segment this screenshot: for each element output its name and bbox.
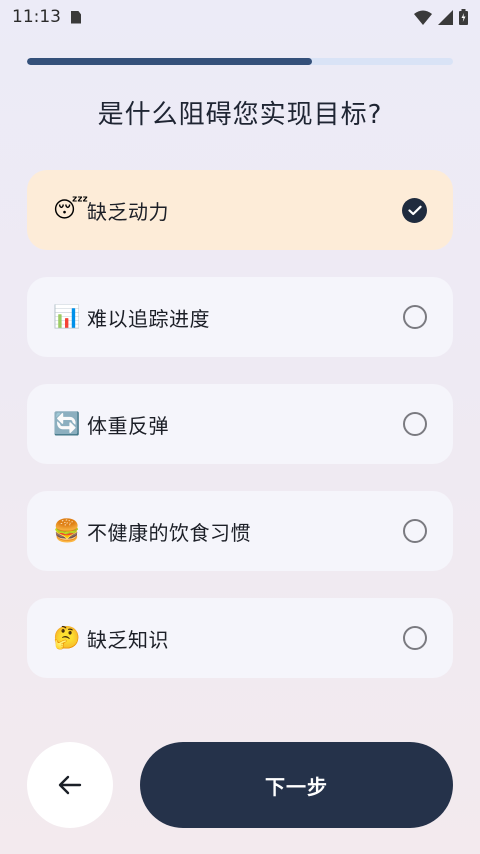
option-weight-rebound[interactable]: 🔄 体重反弹	[27, 384, 453, 464]
radio-button[interactable]	[403, 412, 427, 436]
options-list: 😴 缺乏动力 📊 难以追踪进度 🔄 体重反弹 🍔 不健康的饮食习惯 🤔 缺乏知识	[27, 170, 453, 705]
radio-button-checked[interactable]	[402, 197, 427, 223]
arrow-left-icon	[58, 775, 82, 795]
battery-icon	[459, 9, 468, 25]
radio-button[interactable]	[403, 626, 427, 650]
option-label: 不健康的饮食习惯	[87, 520, 251, 545]
radio-button[interactable]	[403, 305, 427, 329]
signal-icon	[438, 9, 453, 25]
option-lack-knowledge[interactable]: 🤔 缺乏知识	[27, 598, 453, 678]
status-icons	[414, 9, 468, 25]
option-label: 体重反弹	[87, 413, 169, 438]
option-unhealthy-eating[interactable]: 🍔 不健康的饮食习惯	[27, 491, 453, 571]
check-icon	[407, 205, 422, 215]
status-bar: 11:13	[0, 0, 480, 34]
wifi-icon	[414, 10, 432, 25]
option-lack-motivation[interactable]: 😴 缺乏动力	[27, 170, 453, 250]
bar-chart-icon: 📊	[53, 304, 81, 330]
burger-icon: 🍔	[53, 518, 81, 544]
option-label: 缺乏动力	[87, 199, 169, 224]
status-time: 11:13	[12, 7, 61, 27]
progress-bar	[27, 58, 453, 65]
option-hard-to-track[interactable]: 📊 难以追踪进度	[27, 277, 453, 357]
radio-button[interactable]	[403, 519, 427, 543]
option-label: 难以追踪进度	[87, 306, 210, 331]
back-button[interactable]	[27, 742, 113, 828]
sd-card-icon	[71, 10, 81, 24]
option-label: 缺乏知识	[87, 627, 169, 652]
thinking-face-icon: 🤔	[53, 625, 81, 651]
refresh-arrows-icon: 🔄	[53, 411, 81, 437]
next-button[interactable]: 下一步	[140, 742, 453, 828]
sleeping-face-icon: 😴	[53, 197, 89, 223]
progress-fill	[27, 58, 313, 65]
page-title: 是什么阻碍您实现目标?	[97, 100, 383, 130]
